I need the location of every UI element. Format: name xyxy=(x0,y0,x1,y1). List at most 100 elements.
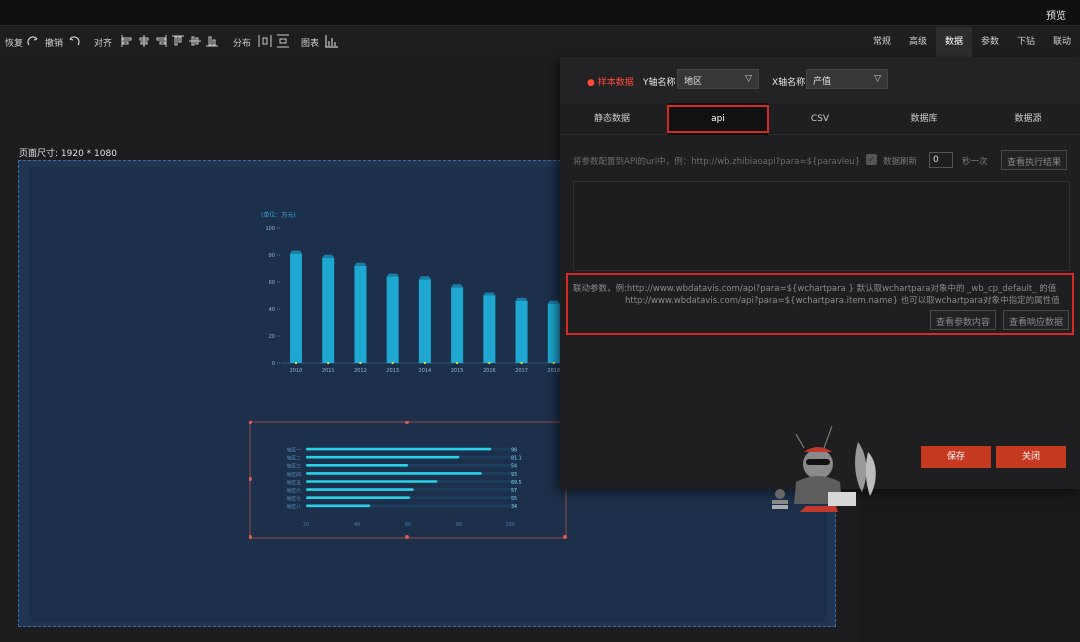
page-size-label: 页面尺寸: 1920 * 1080 xyxy=(19,149,117,159)
y-tick-label: 60 xyxy=(269,280,275,286)
x-tick-label: 20 xyxy=(303,522,309,528)
y-axis-select[interactable]: 地区 ▽ xyxy=(677,69,759,89)
tab-advanced[interactable]: 高级 xyxy=(900,27,936,57)
tab-params[interactable]: 参数 xyxy=(972,27,1008,57)
tab-database[interactable]: 数据库 xyxy=(872,103,976,135)
top-bar: 预览 xyxy=(0,0,1080,26)
align-center-h-icon[interactable] xyxy=(137,34,151,48)
horizontal-bar-chart[interactable]: 地区一 98 地区二 81.1 地区三 54 地区四 93 地区五 69.5 地区六 57 地区七 55 地… xyxy=(249,421,567,541)
data-source-tabs: 静态数据 api CSV 数据库 数据源 xyxy=(560,103,1080,135)
bar xyxy=(322,257,335,363)
preview-button[interactable]: 预览 xyxy=(1046,7,1066,22)
highlight-api-tab xyxy=(667,105,769,133)
distribute-h-icon[interactable] xyxy=(258,34,272,48)
refresh-checkbox[interactable]: ✓ xyxy=(866,154,877,165)
tab-linkage[interactable]: 联动 xyxy=(1044,27,1080,57)
category-label: 地区四 xyxy=(287,471,302,478)
bar-base-marker xyxy=(359,362,362,364)
property-tabs: 常规 高级 数据 参数 下钻 联动 xyxy=(864,27,1080,57)
value-label: 55 xyxy=(511,496,517,502)
tab-datasource[interactable]: 数据源 xyxy=(976,103,1080,135)
bar-top xyxy=(451,284,464,288)
bar xyxy=(515,300,528,363)
view-exec-result-button[interactable]: 查看执行结果 xyxy=(1001,150,1068,170)
distribute-v-icon[interactable] xyxy=(276,34,290,48)
category-label: 地区八 xyxy=(287,503,302,510)
category-label: 地区二 xyxy=(287,455,302,462)
bar xyxy=(306,488,414,491)
restore-button[interactable]: 恢复 xyxy=(5,36,23,49)
sample-data-label: ● 样本数据 xyxy=(587,78,634,88)
bar xyxy=(290,253,302,363)
bar-top xyxy=(290,250,302,254)
bar-top xyxy=(418,276,431,280)
bar xyxy=(451,287,464,363)
data-config-panel: ● 样本数据 Y轴名称 地区 ▽ X轴名称 产值 ▽ 静态数据 api CSV … xyxy=(560,57,1080,512)
tab-static-data[interactable]: 静态数据 xyxy=(560,103,664,135)
category-label: 地区六 xyxy=(287,487,302,494)
refresh-interval-input[interactable]: 0 xyxy=(929,152,953,168)
tab-csv[interactable]: CSV xyxy=(768,103,872,135)
resize-handle xyxy=(405,421,409,424)
align-bottom-icon[interactable] xyxy=(205,34,219,48)
y-tick-label: 80 xyxy=(269,253,275,259)
y-tick-label: 40 xyxy=(269,307,275,313)
distribute-label: 分布 xyxy=(233,39,252,49)
x-tick-label: 2010 xyxy=(290,368,303,374)
x-axis-select[interactable]: 产值 ▽ xyxy=(806,69,888,89)
align-left-icon[interactable] xyxy=(120,34,134,48)
save-button[interactable]: 保存 xyxy=(921,446,991,468)
tab-general[interactable]: 常规 xyxy=(864,27,900,57)
properties-background xyxy=(860,488,1080,642)
redo-icon[interactable] xyxy=(26,34,40,48)
monkey-laptop-illustration xyxy=(772,425,876,512)
highlight-link-params xyxy=(566,273,1074,335)
bar xyxy=(418,279,431,363)
x-tick-label: 40 xyxy=(354,522,360,528)
x-tick-label: 2017 xyxy=(515,368,528,374)
bar-base-marker xyxy=(456,362,459,364)
bar-base-marker xyxy=(295,362,297,364)
bar xyxy=(306,480,438,483)
value-label: 54 xyxy=(511,464,517,470)
align-middle-icon[interactable] xyxy=(188,34,202,48)
tab-data[interactable]: 数据 xyxy=(936,27,972,57)
value-label: 81.1 xyxy=(511,456,522,462)
y-axis-name-label: Y轴名称 xyxy=(643,78,676,88)
x-tick-label: 2014 xyxy=(419,368,432,374)
align-right-icon[interactable] xyxy=(154,34,168,48)
value-label: 34 xyxy=(511,504,517,510)
resize-handle xyxy=(249,421,252,424)
y-tick-label: 100 xyxy=(265,226,275,232)
bar xyxy=(483,295,496,363)
close-button[interactable]: 关闭 xyxy=(996,446,1066,468)
undo-icon[interactable] xyxy=(67,34,81,48)
x-tick-label: 2012 xyxy=(354,368,367,374)
y-axis-unit-label: (单位：万元) xyxy=(261,211,296,219)
x-tick-label: 2013 xyxy=(386,368,399,374)
y-tick-label: 20 xyxy=(269,334,275,340)
value-label: 98 xyxy=(511,448,517,454)
undo-button[interactable]: 撤销 xyxy=(45,36,63,49)
api-url-textarea[interactable] xyxy=(573,181,1070,271)
x-tick-label: 80 xyxy=(456,522,462,528)
bar-base-marker xyxy=(488,362,491,364)
y-axis-select-value: 地区 xyxy=(684,77,703,87)
bar xyxy=(306,496,410,499)
tab-drilldown[interactable]: 下钻 xyxy=(1008,27,1044,57)
bar-base-marker xyxy=(423,362,426,364)
bar-top xyxy=(386,273,399,277)
x-axis-select-value: 产值 xyxy=(813,77,832,87)
resize-handle xyxy=(249,477,252,481)
bar-chart-icon[interactable] xyxy=(325,34,339,48)
chevron-down-icon: ▽ xyxy=(874,74,881,84)
category-label: 地区三 xyxy=(287,463,302,470)
vertical-bar-chart[interactable]: (单位：万元) 0 20 40 60 80 100 2010 2011 2012 2013 2014 2… xyxy=(249,206,579,381)
bar xyxy=(306,464,409,467)
category-label: 地区五 xyxy=(287,479,302,486)
bar-top xyxy=(483,292,496,296)
align-top-icon[interactable] xyxy=(171,34,185,48)
panel-header: ● 样本数据 Y轴名称 地区 ▽ X轴名称 产值 ▽ xyxy=(560,57,1080,103)
chart-label: 图表 xyxy=(301,39,320,49)
bar xyxy=(547,303,560,363)
